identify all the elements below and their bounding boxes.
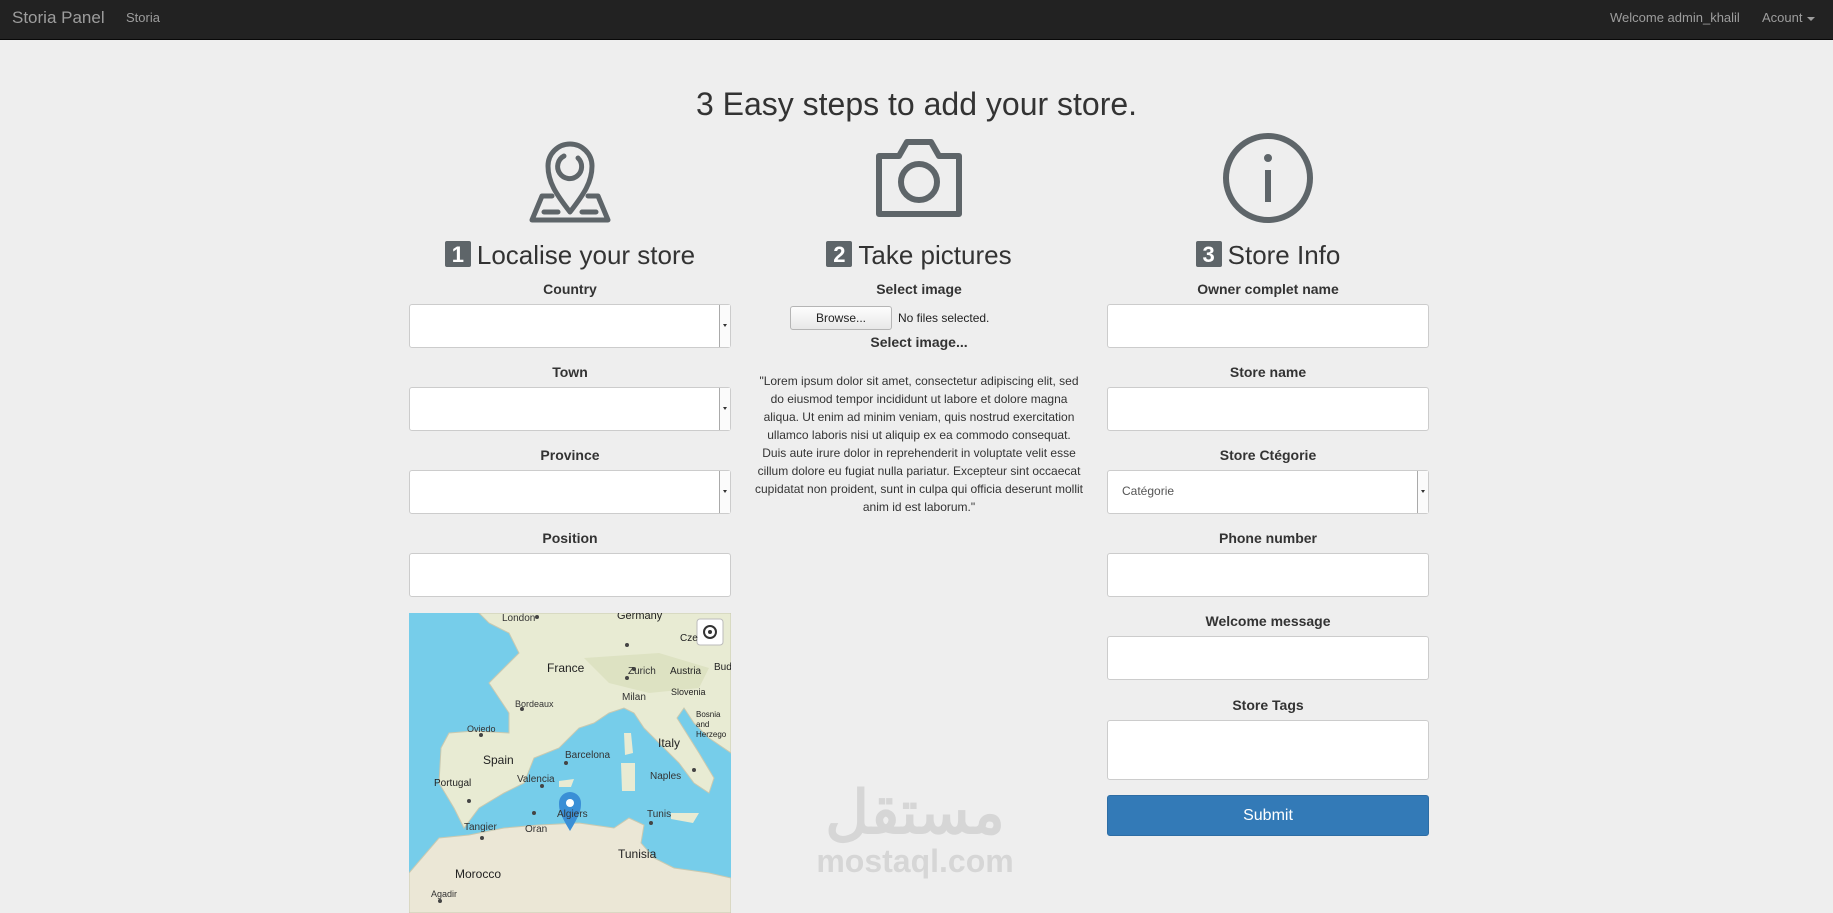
select-arrow-icon	[1417, 471, 1428, 513]
step2-number: 2	[826, 241, 853, 268]
owner-name-input[interactable]	[1107, 304, 1429, 348]
country-label: Country	[543, 281, 597, 297]
welcome-label: Welcome message	[1205, 613, 1331, 629]
info-icon	[1107, 130, 1429, 226]
category-label: Store Ctégorie	[1219, 447, 1317, 463]
step2-title: 2 Take pictures	[758, 240, 1080, 271]
map-label: France	[547, 661, 585, 675]
welcome-text: Welcome admin_khalil	[1610, 10, 1740, 25]
select-image-placeholder: Select image...	[870, 334, 968, 350]
category-select[interactable]: Catégorie	[1107, 470, 1429, 514]
welcome-message-input[interactable]	[1107, 636, 1429, 680]
nav-link-storia[interactable]: Storia	[126, 10, 160, 25]
phone-label: Phone number	[1218, 530, 1317, 546]
account-label: Acount	[1762, 10, 1803, 25]
camera-icon	[758, 130, 1080, 226]
step3-number: 3	[1195, 241, 1222, 268]
watermark: مستقل mostaql.com	[800, 779, 1030, 879]
town-label: Town	[552, 364, 588, 380]
phone-group: Phone number	[1107, 530, 1429, 597]
page-title: 3 Easy steps to add your store.	[695, 86, 1138, 122]
map-label: Zurich	[628, 666, 656, 677]
position-group: Position	[409, 530, 731, 597]
select-image-group: Select image	[758, 281, 1080, 304]
map-label: Oviedo	[467, 724, 496, 734]
select-image-label: Select image	[876, 281, 962, 297]
map-label: Germany	[617, 613, 663, 622]
map-label: Cze	[680, 633, 698, 644]
map-label: Morocco	[455, 867, 502, 881]
map-label: Oran	[525, 824, 548, 835]
province-select[interactable]	[409, 470, 731, 514]
map-label: Austria	[670, 666, 702, 677]
tags-label: Store Tags	[1232, 697, 1304, 713]
brand-link[interactable]: Storia Panel	[12, 8, 105, 28]
store-name-group: Store name	[1107, 364, 1429, 431]
caret-down-icon	[1807, 16, 1816, 21]
select-arrow-icon	[719, 305, 730, 347]
location-map[interactable]: London Germany Cze France Zurich Austria…	[409, 613, 731, 913]
map-label: Milan	[622, 692, 646, 703]
map-label: Tunis	[647, 809, 672, 820]
select-image-placeholder-group: Select image...	[758, 334, 1080, 357]
select-arrow-icon	[719, 388, 730, 430]
map-label: Spain	[483, 753, 514, 767]
store-name-input[interactable]	[1107, 387, 1429, 431]
select-arrow-icon	[719, 471, 730, 513]
top-navbar: Storia Panel Storia Welcome admin_khalil…	[0, 0, 1833, 40]
map-label: Italy	[658, 736, 681, 750]
step3-title: 3 Store Info	[1107, 240, 1429, 271]
map-label: Bosnia and Herzego	[696, 710, 727, 739]
map-label: Barcelona	[565, 750, 611, 761]
province-group: Province	[409, 447, 731, 514]
town-select[interactable]	[409, 387, 731, 431]
step2-title-text: Take pictures	[858, 240, 1012, 270]
no-file-text: No files selected.	[898, 311, 990, 325]
map-pin-icon	[409, 130, 731, 226]
map-label: London	[502, 613, 536, 624]
owner-group: Owner complet name	[1107, 281, 1429, 348]
watermark-latin: mostaql.com	[816, 843, 1014, 879]
map-label: Bud	[714, 662, 731, 673]
country-select[interactable]	[409, 304, 731, 348]
step3-title-text: Store Info	[1227, 240, 1341, 270]
map-label: Valencia	[517, 774, 555, 785]
map-label: Tunisia	[618, 847, 657, 861]
town-group: Town	[409, 364, 731, 431]
map-label: Tangier	[464, 822, 497, 833]
position-label: Position	[542, 530, 598, 546]
lorem-paragraph: "Lorem ipsum dolor sit amet, consectetur…	[755, 374, 1083, 514]
browse-button[interactable]: Browse...	[790, 306, 892, 330]
tags-group: Store Tags	[1107, 697, 1429, 780]
province-label: Province	[540, 447, 600, 463]
watermark-arabic: مستقل	[825, 779, 1005, 846]
account-dropdown[interactable]: Acount	[1762, 10, 1816, 25]
step1-title-text: Localise your store	[476, 240, 696, 270]
category-group: Store Ctégorie Catégorie	[1107, 447, 1429, 514]
country-group: Country	[409, 281, 731, 348]
step1-number: 1	[444, 241, 471, 268]
position-input[interactable]	[409, 553, 731, 597]
phone-input[interactable]	[1107, 553, 1429, 597]
owner-label: Owner complet name	[1197, 281, 1339, 297]
map-label: Algiers	[557, 809, 588, 820]
store-name-label: Store name	[1229, 364, 1307, 380]
submit-button[interactable]: Submit	[1107, 795, 1429, 836]
welcome-group: Welcome message	[1107, 613, 1429, 680]
tags-textarea[interactable]	[1107, 720, 1429, 780]
step1-title: 1 Localise your store	[409, 240, 731, 271]
map-label: Bordeaux	[515, 699, 554, 709]
map-label: Naples	[650, 771, 682, 782]
map-label: Agadir	[431, 889, 458, 899]
map-label: Slovenia	[671, 687, 706, 697]
category-value: Catégorie	[1122, 484, 1175, 498]
map-label: Portugal	[434, 778, 472, 789]
